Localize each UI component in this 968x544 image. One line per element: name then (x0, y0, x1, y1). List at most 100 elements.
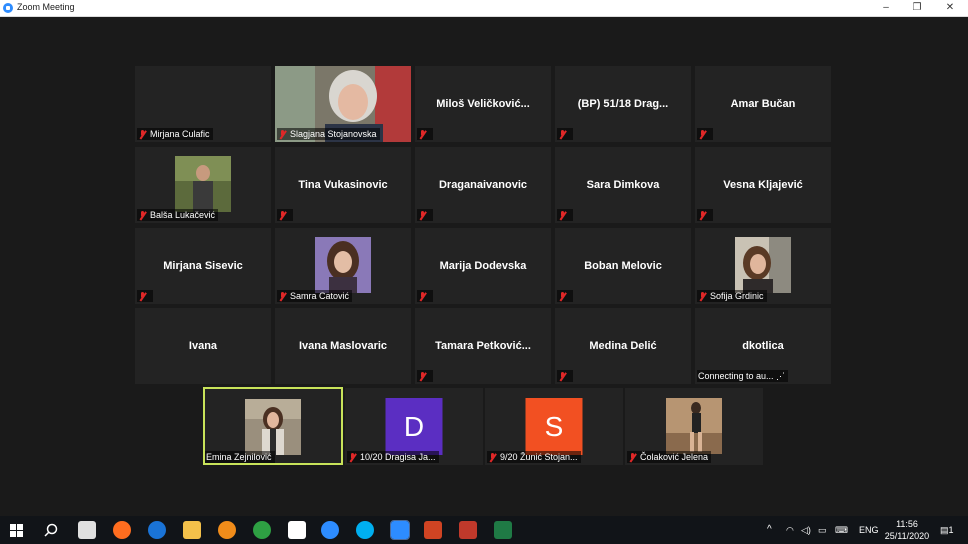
powerpoint-icon[interactable] (424, 521, 442, 539)
muted-mic-icon (558, 129, 567, 140)
muted-mic-icon (698, 291, 707, 302)
network-icon[interactable]: ◠ (786, 516, 794, 544)
participant-name: Miloš Veličković... (436, 98, 530, 110)
participant-tile[interactable]: D 10/20 Dragisa Ja... (345, 388, 483, 465)
participant-label (417, 128, 433, 140)
participant-label: Samra Catović (277, 290, 353, 302)
muted-mic-icon (558, 371, 567, 382)
battery-icon[interactable]: ▭ (818, 516, 827, 544)
profile-picture (315, 237, 371, 293)
zoom-taskbar-icon[interactable] (321, 521, 339, 539)
connecting-audio-label: Connecting to au... ⋰ (697, 370, 789, 382)
participant-label-text: Emina Zejnilović (206, 452, 272, 462)
notifications-icon[interactable]: ▤1 (940, 516, 954, 544)
participant-tile[interactable]: Amar Bučan (695, 66, 831, 142)
participant-label: Emina Zejnilović (205, 451, 275, 463)
file-explorer-icon[interactable] (183, 521, 201, 539)
language-indicator[interactable]: ENG (859, 516, 879, 544)
participant-name: Draganaivanovic (438, 179, 528, 191)
participant-label-text: Sofija Grdinic (710, 291, 764, 301)
participant-tile[interactable]: Sara Dimkova (555, 147, 691, 223)
participant-label: Sofija Grdinic (697, 290, 767, 302)
initial-avatar: S (525, 398, 583, 455)
participant-label (417, 209, 433, 221)
participant-label: Slagjana Stojanovska (277, 128, 380, 140)
participant-tile[interactable]: (BP) 51/18 Drag... (555, 66, 691, 142)
participant-tile[interactable]: Draganaivanovic (415, 147, 551, 223)
store-icon[interactable] (78, 521, 96, 539)
participant-tile[interactable]: Tina Vukasinovic (275, 147, 411, 223)
participant-label: Mirjana Culafic (137, 128, 213, 140)
participant-name: Boban Melovic (584, 260, 662, 272)
skype-icon[interactable] (356, 521, 374, 539)
clock[interactable]: 11:56 25/11/2020 (878, 518, 936, 542)
window-titlebar: Zoom Meeting – ❐ ✕ (0, 0, 968, 17)
participant-label (697, 128, 713, 140)
participant-label-text: Slagjana Stojanovska (290, 129, 377, 139)
participant-tile[interactable]: Boban Melovic (555, 228, 691, 304)
muted-mic-icon (698, 210, 707, 221)
active-speaker-tile[interactable]: Emina Zejnilović (203, 387, 343, 465)
participant-tile[interactable]: Ivana Maslovaric (275, 308, 411, 384)
participant-tile[interactable]: Vesna Kljajević (695, 147, 831, 223)
muted-mic-icon (278, 129, 287, 140)
muted-mic-icon (418, 210, 427, 221)
app-icon[interactable] (459, 521, 477, 539)
volume-icon[interactable]: ◁) (801, 516, 811, 544)
participant-name: Ivana (188, 340, 218, 352)
participant-tile[interactable]: Medina Delić (555, 308, 691, 384)
participant-tile[interactable]: Tamara Petković... (415, 308, 551, 384)
firefox-icon[interactable] (113, 521, 131, 539)
participant-label (557, 209, 573, 221)
participant-name: Ivana Maslovaric (298, 340, 388, 352)
participant-tile[interactable]: Mirjana Sisevic (135, 228, 271, 304)
muted-mic-icon (488, 452, 497, 463)
clock-date: 25/11/2020 (884, 531, 930, 541)
participant-tile[interactable]: Sofija Grdinic (695, 228, 831, 304)
participant-tile[interactable]: Miloš Veličković... (415, 66, 551, 142)
muted-mic-icon (348, 452, 357, 463)
participant-label: 10/20 Dragisa Ja... (347, 451, 439, 463)
muted-mic-icon (138, 210, 147, 221)
participant-name: Medina Delić (589, 340, 657, 352)
chrome-icon[interactable] (253, 521, 271, 539)
participant-tile[interactable]: Balša Lukačević (135, 147, 271, 223)
participant-tile[interactable]: Čolaković Jelena (625, 388, 763, 465)
muted-mic-icon (278, 291, 287, 302)
zoom-active-icon[interactable] (390, 520, 410, 540)
muted-mic-icon (418, 291, 427, 302)
participant-label-text: 9/20 Žunić Stojan... (500, 452, 578, 462)
participant-label (137, 290, 153, 302)
profile-picture (175, 156, 231, 212)
participant-label (557, 128, 573, 140)
participant-tile[interactable]: Marija Dodevska (415, 228, 551, 304)
participant-tile[interactable]: Ivana (135, 308, 271, 384)
app-icon[interactable] (218, 521, 236, 539)
participant-name: (BP) 51/18 Drag... (577, 98, 669, 110)
minimize-button[interactable]: – (871, 0, 901, 16)
muted-mic-icon (698, 129, 707, 140)
participant-label-text: 10/20 Dragisa Ja... (360, 452, 436, 462)
participant-name: Sara Dimkova (586, 179, 660, 191)
chevron-up-icon[interactable]: ^ (767, 516, 772, 544)
participant-tile[interactable]: Slagjana Stojanovska (275, 66, 411, 142)
participant-tile[interactable]: dkotlica Connecting to au... ⋰ (695, 308, 831, 384)
participant-tile[interactable]: Mirjana Culafic (135, 66, 271, 142)
participant-name: Vesna Kljajević (723, 179, 803, 191)
keyboard-icon[interactable]: ⌨ (835, 516, 848, 544)
zoom-app-icon (3, 3, 13, 13)
excel-icon[interactable] (494, 521, 512, 539)
participant-name: Marija Dodevska (439, 260, 527, 272)
search-icon[interactable] (44, 523, 58, 537)
close-button[interactable]: ✕ (935, 0, 965, 16)
participant-tile[interactable]: Samra Catović (275, 228, 411, 304)
participant-label (417, 370, 433, 382)
mail-icon[interactable] (288, 521, 306, 539)
windows-start-icon[interactable] (10, 524, 23, 537)
participant-label: Balša Lukačević (137, 209, 219, 221)
restore-button[interactable]: ❐ (902, 0, 932, 16)
edge-icon[interactable] (148, 521, 166, 539)
participant-name: Amar Bučan (730, 98, 796, 110)
participant-tile[interactable]: S 9/20 Žunić Stojan... (485, 388, 623, 465)
participant-label-text: Samra Catović (290, 291, 350, 301)
